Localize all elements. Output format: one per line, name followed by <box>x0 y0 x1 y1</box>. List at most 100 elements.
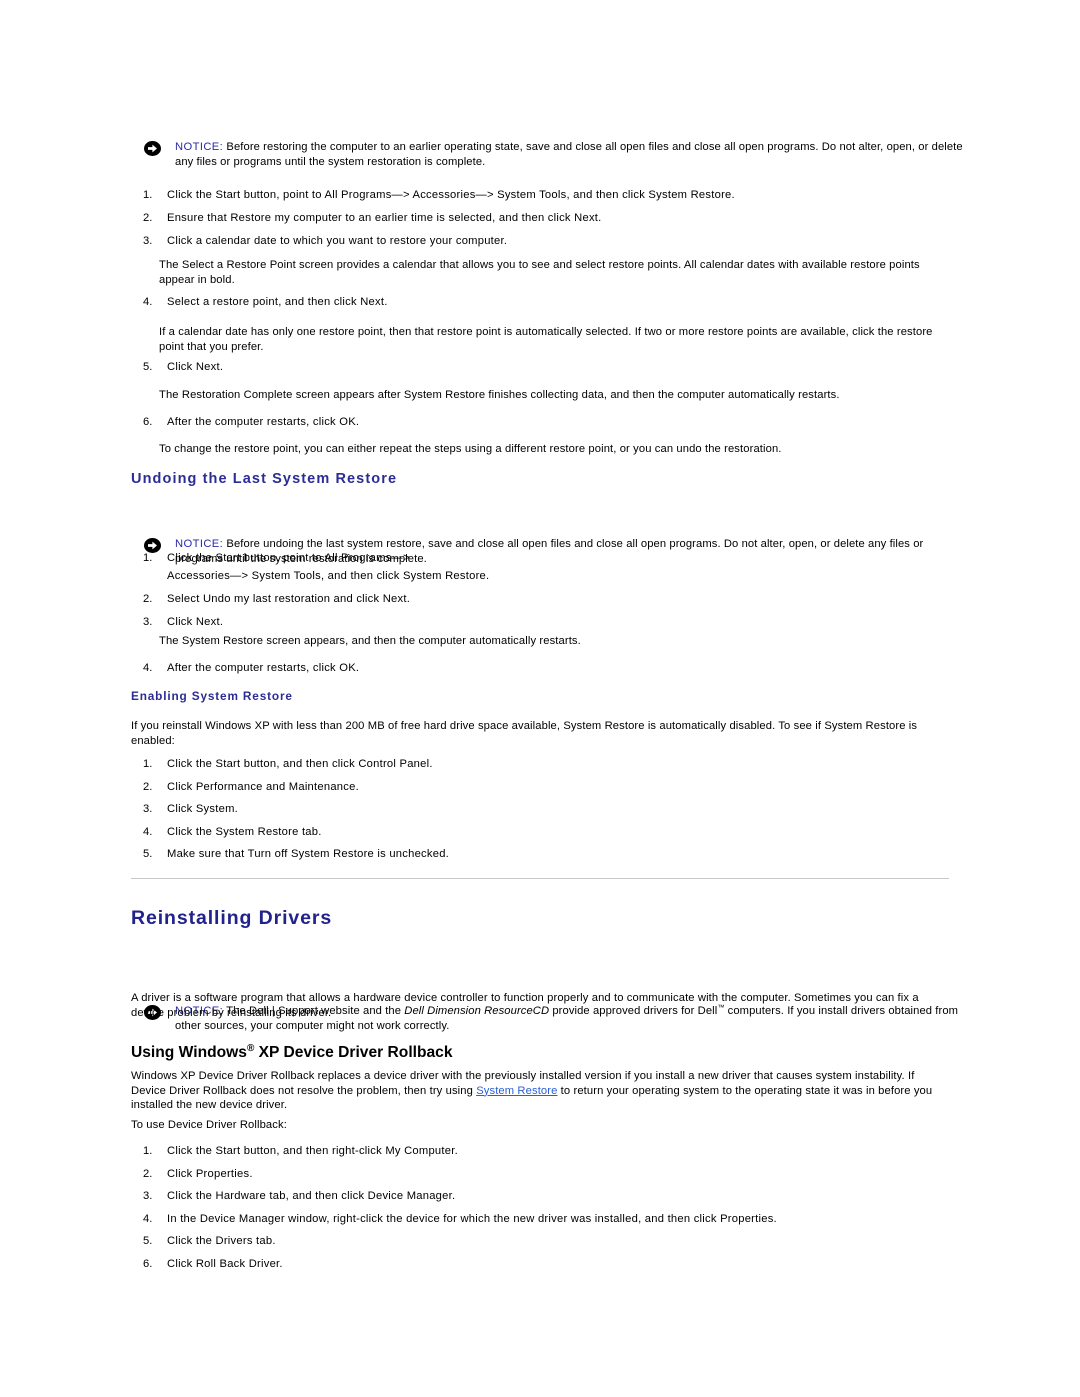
ordered-list-enabling-steps: 1. Click the Start button, and then clic… <box>131 757 949 870</box>
paragraph-enabling-intro-wrap: If you reinstall Windows XP with less th… <box>131 719 949 748</box>
paragraph-rollback-intro-wrap: Windows XP Device Driver Rollback replac… <box>131 1069 949 1113</box>
list-item-text: In the Device Manager window, right-clic… <box>167 1212 777 1225</box>
list-item-text: Click the Start button, and then click C… <box>167 758 433 770</box>
heading-rollback-wrap: Using Windows® XP Device Driver Rollback <box>131 1033 949 1073</box>
list-item: 6. Click Roll Back Driver. <box>131 1257 949 1272</box>
ordered-list-step-4: 4. Select a restore point, and then clic… <box>131 295 949 318</box>
list-item: 1. Click the Start button, and then clic… <box>131 757 949 772</box>
paragraph-rollback-intro: Windows XP Device Driver Rollback replac… <box>131 1069 949 1113</box>
list-item-text: Click the Hardware tab, and then click D… <box>167 1190 456 1203</box>
list-item: 2. Select Undo my last restoration and c… <box>131 592 949 607</box>
paragraph-driver-definition-wrap: A driver is a software program that allo… <box>131 991 949 1020</box>
list-item-text: Click Properties. <box>167 1167 253 1180</box>
list-item-text: Click Next. <box>167 361 224 373</box>
list-item-text: Click Performance and Maintenance. <box>167 780 359 793</box>
list-number: 1. <box>143 758 153 770</box>
ordered-list-undo-steps: 1. Click the Start button, point to All … <box>131 551 949 638</box>
heading-using-windows-xp-device-driver-rollback: Using Windows® XP Device Driver Rollback <box>131 1043 949 1062</box>
link-system-restore[interactable]: System Restore <box>476 1085 557 1097</box>
list-item: 4. In the Device Manager window, right-c… <box>131 1212 949 1227</box>
list-item: 3. Click a calendar date to which you wa… <box>131 234 949 249</box>
list-item-text: Click the System Restore tab. <box>167 825 322 838</box>
list-item-text: Click Roll Back Driver. <box>167 1257 283 1270</box>
paragraph-system-restore-screen: The System Restore screen appears, and t… <box>159 635 581 647</box>
list-item-continuation: Accessories—> System Tools, and then cli… <box>131 569 949 584</box>
list-number: 4. <box>143 296 153 308</box>
list-item: 6. After the computer restarts, click OK… <box>131 415 949 430</box>
paragraph-select-restore-point: The Select a Restore Point screen provid… <box>159 259 920 286</box>
list-number: 2. <box>143 592 153 605</box>
list-item: 5. Make sure that Turn off System Restor… <box>131 847 949 862</box>
list-item-text: Click System. <box>167 803 239 816</box>
list-number: 3. <box>143 615 153 628</box>
heading-enabling-wrap: Enabling System Restore <box>131 689 949 704</box>
list-item-text: Make sure that Turn off System Restore i… <box>167 848 450 861</box>
notice-text: Before restoring the computer to an earl… <box>175 141 963 168</box>
list-item-text: Select a restore point, and then click N… <box>167 296 388 308</box>
notice-restore-warning: NOTICE: Before restoring the computer to… <box>144 140 965 169</box>
paragraph-restoration-complete: The Restoration Complete screen appears … <box>159 389 840 401</box>
paragraph-enabling-intro: If you reinstall Windows XP with less th… <box>131 720 918 747</box>
ordered-list-step-6: 6. After the computer restarts, click OK… <box>131 415 949 438</box>
list-item: 2. Click Properties. <box>131 1167 949 1182</box>
list-number: 5. <box>143 361 153 373</box>
list-item-text: Click the Drivers tab. <box>167 1235 276 1248</box>
list-item-text: Select Undo my last restoration and clic… <box>167 592 411 605</box>
list-number: 3. <box>143 803 153 816</box>
paragraph-select-restore-point-wrap: The Select a Restore Point screen provid… <box>131 258 949 287</box>
ordered-list-undo-step-4: 4. After the computer restarts, click OK… <box>131 661 949 684</box>
list-item-text: Click Next. <box>167 615 224 628</box>
list-item-text: Click the Start button, and then right-c… <box>167 1145 458 1157</box>
list-number: 4. <box>143 1212 153 1225</box>
paragraph-driver-definition: A driver is a software program that allo… <box>131 992 919 1019</box>
list-item-text: Click the Start button, point to All Pro… <box>167 189 735 201</box>
list-number: 4. <box>143 825 153 838</box>
paragraph-system-restore-screen-wrap: The System Restore screen appears, and t… <box>131 634 949 649</box>
list-item: 1. Click the Start button, point to All … <box>131 188 949 203</box>
list-number: 5. <box>143 1235 153 1248</box>
list-item-text: Accessories—> System Tools, and then cli… <box>167 569 490 582</box>
paragraph-change-restore-point: To change the restore point, you can eit… <box>159 443 782 455</box>
list-item-text: After the computer restarts, click OK. <box>167 662 360 674</box>
paragraph-calendar-note: If a calendar date has only one restore … <box>159 326 933 353</box>
list-item: 4. Click the System Restore tab. <box>131 825 949 840</box>
list-number: 4. <box>143 662 153 674</box>
list-item: 2. Click Performance and Maintenance. <box>131 780 949 795</box>
list-number: 3. <box>143 235 153 248</box>
heading-undoing-last-system-restore: Undoing the Last System Restore <box>131 471 398 487</box>
paragraph-change-restore-point-wrap: To change the restore point, you can eit… <box>131 442 949 457</box>
list-number: 5. <box>143 848 153 861</box>
list-number: 2. <box>143 212 153 225</box>
list-number: 1. <box>143 1145 153 1157</box>
paragraph-to-use-rollback: To use Device Driver Rollback: <box>131 1119 287 1131</box>
paragraph-restoration-complete-wrap: The Restoration Complete screen appears … <box>131 388 949 403</box>
list-item: 4. Select a restore point, and then clic… <box>131 295 949 310</box>
list-item: 1. Click the Start button, and then righ… <box>131 1144 949 1159</box>
heading-undoing-wrap: Undoing the Last System Restore <box>131 470 949 488</box>
heading-reinstalling-wrap: Reinstalling Drivers <box>131 907 949 929</box>
list-item: 1. Click the Start button, point to All … <box>131 551 949 566</box>
list-number: 6. <box>143 1257 153 1270</box>
heading-reinstalling-drivers: Reinstalling Drivers <box>131 907 333 929</box>
list-item-text: Ensure that Restore my computer to an ea… <box>167 212 602 225</box>
paragraph-to-use-rollback-wrap: To use Device Driver Rollback: <box>131 1118 949 1133</box>
list-number: 2. <box>143 1167 153 1180</box>
list-item-text: Click a calendar date to which you want … <box>167 235 508 248</box>
list-item: 3. Click Next. <box>131 615 949 630</box>
list-item-text: Click the Start button, point to All Pro… <box>167 552 410 564</box>
list-item: 2. Ensure that Restore my computer to an… <box>131 211 949 226</box>
notice-label: NOTICE: <box>175 538 224 551</box>
list-number: 2. <box>143 780 153 793</box>
heading-part-2: XP Device Driver Rollback <box>254 1044 453 1062</box>
notice-label: NOTICE: <box>175 141 224 153</box>
heading-part-1: Using Windows <box>131 1044 247 1062</box>
section-divider <box>131 878 949 879</box>
heading-enabling-system-restore: Enabling System Restore <box>131 689 293 703</box>
list-number: 3. <box>143 1190 153 1203</box>
list-number: 1. <box>143 189 153 201</box>
list-item-text: After the computer restarts, click OK. <box>167 416 360 428</box>
document-page: NOTICE: Before restoring the computer to… <box>0 0 1080 1397</box>
list-item: 3. Click System. <box>131 802 949 817</box>
paragraph-calendar-note-wrap: If a calendar date has only one restore … <box>131 325 949 354</box>
list-item: 5. Click Next. <box>131 360 949 375</box>
